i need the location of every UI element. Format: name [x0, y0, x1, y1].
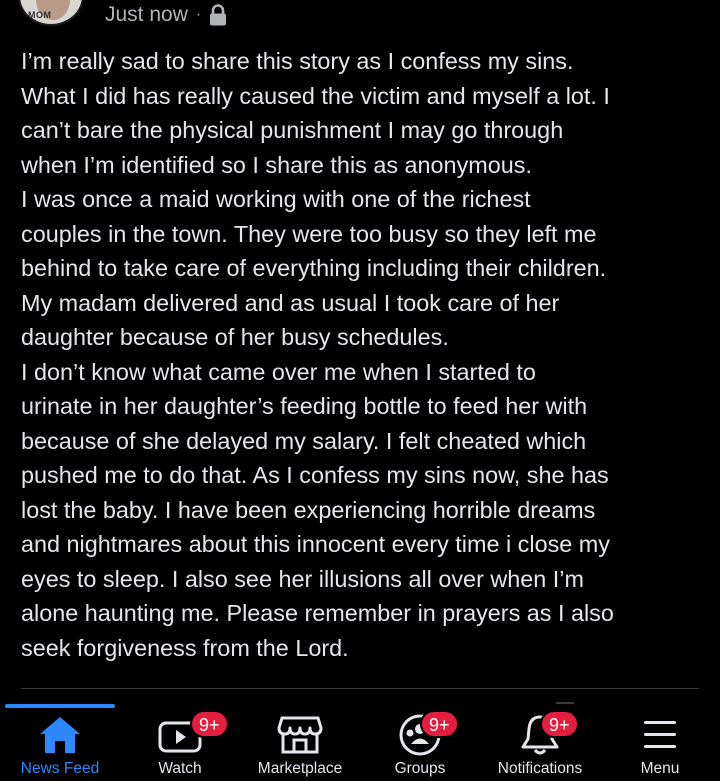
- post-line: and nightmares about this innocent every…: [21, 531, 610, 557]
- post-line: My madam delivered and as usual I took c…: [21, 289, 560, 316]
- post-line: because of she delayed my salary. I felt…: [21, 427, 587, 454]
- tab-marketplace[interactable]: Marketplace: [240, 704, 360, 781]
- avatar[interactable]: MOM: [18, 0, 84, 26]
- notifications-badge: 9+: [540, 710, 579, 738]
- home-icon: [36, 714, 84, 756]
- tab-news-feed[interactable]: News Feed: [0, 704, 120, 781]
- lock-icon[interactable]: [209, 4, 227, 26]
- bottom-tab-bar: News Feed 9+ Watch Marketplace 9+ Groups…: [0, 704, 720, 781]
- watch-badge: 9+: [190, 710, 229, 738]
- post-timestamp[interactable]: Just now: [105, 3, 188, 27]
- post-line: I was once a maid working with one of th…: [21, 186, 531, 212]
- tab-label: News Feed: [20, 760, 100, 777]
- tab-menu[interactable]: Menu: [600, 704, 720, 781]
- shop-icon: [276, 714, 324, 756]
- post-divider: [21, 688, 699, 689]
- groups-badge: 9+: [420, 710, 459, 738]
- tab-label: Marketplace: [257, 760, 343, 777]
- tab-groups[interactable]: 9+ Groups: [360, 704, 480, 781]
- avatar-text: MOM: [28, 10, 52, 20]
- post-line: behind to take care of everything includ…: [21, 255, 607, 281]
- menu-icon: [636, 714, 684, 756]
- tab-label: Menu: [640, 760, 680, 777]
- post-line: urinate in her daughter’s feeding bottle…: [21, 393, 588, 419]
- post-line: I’m really sad to share this story as I …: [21, 48, 574, 74]
- post-line: seek forgiveness from the Lord.: [21, 634, 349, 661]
- post-line: lost the baby. I have been experiencing …: [21, 496, 596, 523]
- meta-separator: ·: [195, 6, 202, 23]
- post-line: daughter because of her busy schedules.: [21, 324, 449, 350]
- post-line: What I did has really caused the victim …: [21, 82, 610, 109]
- post-line: I don’t know what came over me when I st…: [21, 358, 536, 385]
- post-line: when I’m identified so I share this as a…: [21, 151, 532, 178]
- post-meta: Just now ·: [105, 2, 227, 28]
- tab-watch[interactable]: 9+ Watch: [120, 704, 240, 781]
- post-line: couples in the town. They were too busy …: [21, 220, 597, 247]
- tab-label: Watch: [158, 760, 202, 777]
- post-header: MOM Just now ·: [0, 0, 720, 32]
- tab-notifications[interactable]: 9+ Notifications: [480, 704, 600, 781]
- post-line: eyes to sleep. I also see her illusions …: [21, 565, 584, 592]
- post-line: can’t bare the physical punishment I may…: [21, 117, 564, 143]
- facebook-post-screen: MOM Just now · I’m really sad to share t…: [0, 0, 720, 781]
- post-line: alone haunting me. Please remember in pr…: [21, 600, 614, 626]
- tab-label: Notifications: [497, 760, 583, 777]
- tab-label: Groups: [394, 760, 446, 777]
- post-body: I’m really sad to share this story as I …: [21, 44, 711, 665]
- post-line: pushed me to do that. As I confess my si…: [21, 462, 609, 488]
